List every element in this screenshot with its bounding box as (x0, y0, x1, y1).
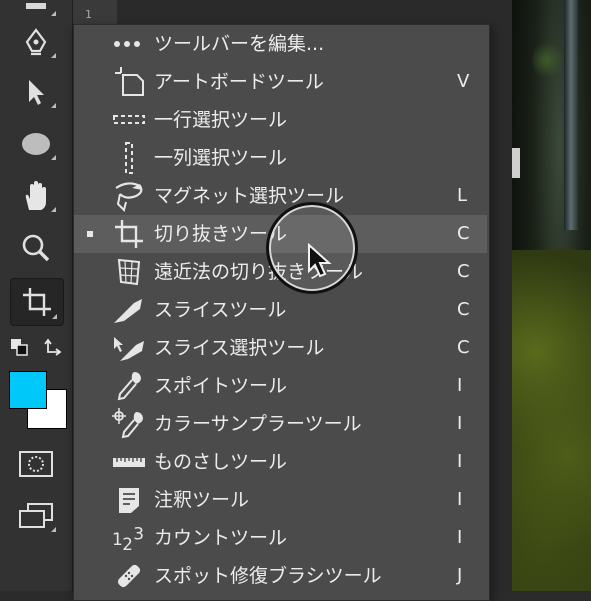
menu-item-ruler[interactable]: ものさしツール I (74, 443, 487, 481)
hand-tool-button[interactable] (10, 174, 62, 218)
menu-item-shortcut: C (457, 261, 470, 282)
menu-item-shortcut: C (457, 223, 470, 244)
spot-healing-icon (112, 560, 146, 592)
perspective-crop-icon (112, 256, 146, 288)
tool-top-partial[interactable] (10, 0, 62, 22)
document-image (512, 0, 591, 591)
ellipse-icon (22, 133, 50, 155)
artboard-icon (112, 66, 146, 98)
crop-tool-button[interactable] (10, 278, 64, 326)
color-sampler-icon (112, 408, 146, 440)
crop-icon (23, 288, 51, 316)
slice-select-icon (112, 332, 146, 364)
menu-item-single-row-marquee[interactable]: 一行選択ツール (74, 101, 487, 139)
pen-tool-button[interactable] (10, 20, 62, 64)
quick-mask-icon (19, 451, 53, 477)
menu-item-shortcut: I (457, 451, 463, 472)
magnetic-lasso-icon (112, 180, 146, 212)
menu-item-label: スポット修復ブラシツール (154, 565, 382, 587)
menu-item-label: アートボードツール (154, 71, 324, 93)
menu-item-label: スライス選択ツール (154, 337, 325, 359)
menu-item-shortcut: I (457, 489, 463, 510)
dots-icon (112, 28, 146, 60)
ellipse-tool-button[interactable] (10, 122, 62, 166)
tool-top-icon (26, 3, 46, 9)
screen-mode-button[interactable] (10, 494, 62, 538)
menu-item-label: ツールバーを編集... (154, 33, 325, 55)
menu-item-shortcut: L (457, 185, 468, 206)
mouse-cursor-icon (308, 243, 332, 278)
direct-selection-arrow-icon (29, 80, 44, 105)
screen-mode-icon (19, 503, 53, 528)
path-selection-tool-button[interactable] (10, 70, 62, 114)
svg-text:3: 3 (133, 525, 144, 545)
menu-item-shortcut: V (457, 71, 470, 92)
default-colors-icon[interactable] (10, 338, 30, 358)
eyedropper-icon (112, 370, 146, 402)
foreground-color-swatch[interactable] (9, 371, 47, 409)
menu-item-label: ものさしツール (154, 451, 288, 473)
menu-item-shortcut: I (457, 527, 463, 548)
zoom-tool-button[interactable] (10, 226, 62, 270)
swap-colors-icon[interactable] (42, 336, 64, 358)
menu-item-slice[interactable]: スライスツール C (74, 291, 487, 329)
menu-item-magnetic-lasso[interactable]: マグネット選択ツール L (74, 177, 487, 215)
menu-item-shortcut: C (457, 337, 470, 358)
menu-item-edit-toolbar[interactable]: ツールバーを編集... (74, 25, 487, 63)
menu-item-color-sampler[interactable]: カラーサンプラーツール I (74, 405, 487, 443)
menu-item-note[interactable]: 注釈ツール I (74, 481, 487, 519)
horizontal-ruler: 1 (73, 0, 117, 27)
crop-icon (112, 218, 146, 250)
menu-item-slice-select[interactable]: スライス選択ツール C (74, 329, 487, 367)
tool-flyout-menu: ツールバーを編集... アートボードツール V 一行選択ツール 一列選択ツール … (73, 24, 490, 601)
single-column-marquee-icon (112, 142, 146, 174)
note-icon (112, 484, 146, 516)
menu-item-label: スポイトツール (154, 375, 288, 397)
ruler-mark: 1 (85, 8, 92, 21)
quick-mask-button[interactable] (10, 442, 62, 486)
selected-bullet (87, 231, 93, 237)
menu-item-label: スライスツール (154, 299, 287, 321)
pen-icon (25, 28, 47, 56)
hand-icon (25, 181, 46, 210)
menu-item-shortcut: C (457, 299, 470, 320)
menu-item-label: 一列選択ツール (154, 147, 288, 169)
count-icon: 123 (112, 522, 146, 554)
menu-item-artboard[interactable]: アートボードツール V (74, 63, 487, 101)
menu-item-shortcut: I (457, 375, 463, 396)
color-swap-controls (10, 334, 62, 362)
menu-item-shortcut: J (457, 565, 463, 586)
menu-item-single-column-marquee[interactable]: 一列選択ツール (74, 139, 487, 177)
menu-item-shortcut: I (457, 413, 463, 434)
single-row-marquee-icon (112, 104, 146, 136)
ruler-icon (112, 446, 146, 478)
svg-text:1: 1 (112, 530, 123, 550)
menu-item-label: 注釈ツール (154, 489, 250, 511)
slice-icon (112, 294, 146, 326)
menu-item-label: カラーサンプラーツール (154, 413, 362, 435)
zoom-icon (22, 234, 50, 262)
menu-item-count[interactable]: 123 カウントツール I (74, 519, 487, 557)
menu-item-label: カウントツール (154, 527, 288, 549)
menu-item-eyedropper[interactable]: スポイトツール I (74, 367, 487, 405)
menu-item-label: 一行選択ツール (154, 109, 288, 131)
svg-text:2: 2 (122, 535, 133, 554)
canvas-scroll-handle[interactable] (512, 148, 520, 178)
tools-panel (0, 0, 73, 591)
menu-item-spot-healing[interactable]: スポット修復ブラシツール J (74, 557, 487, 595)
